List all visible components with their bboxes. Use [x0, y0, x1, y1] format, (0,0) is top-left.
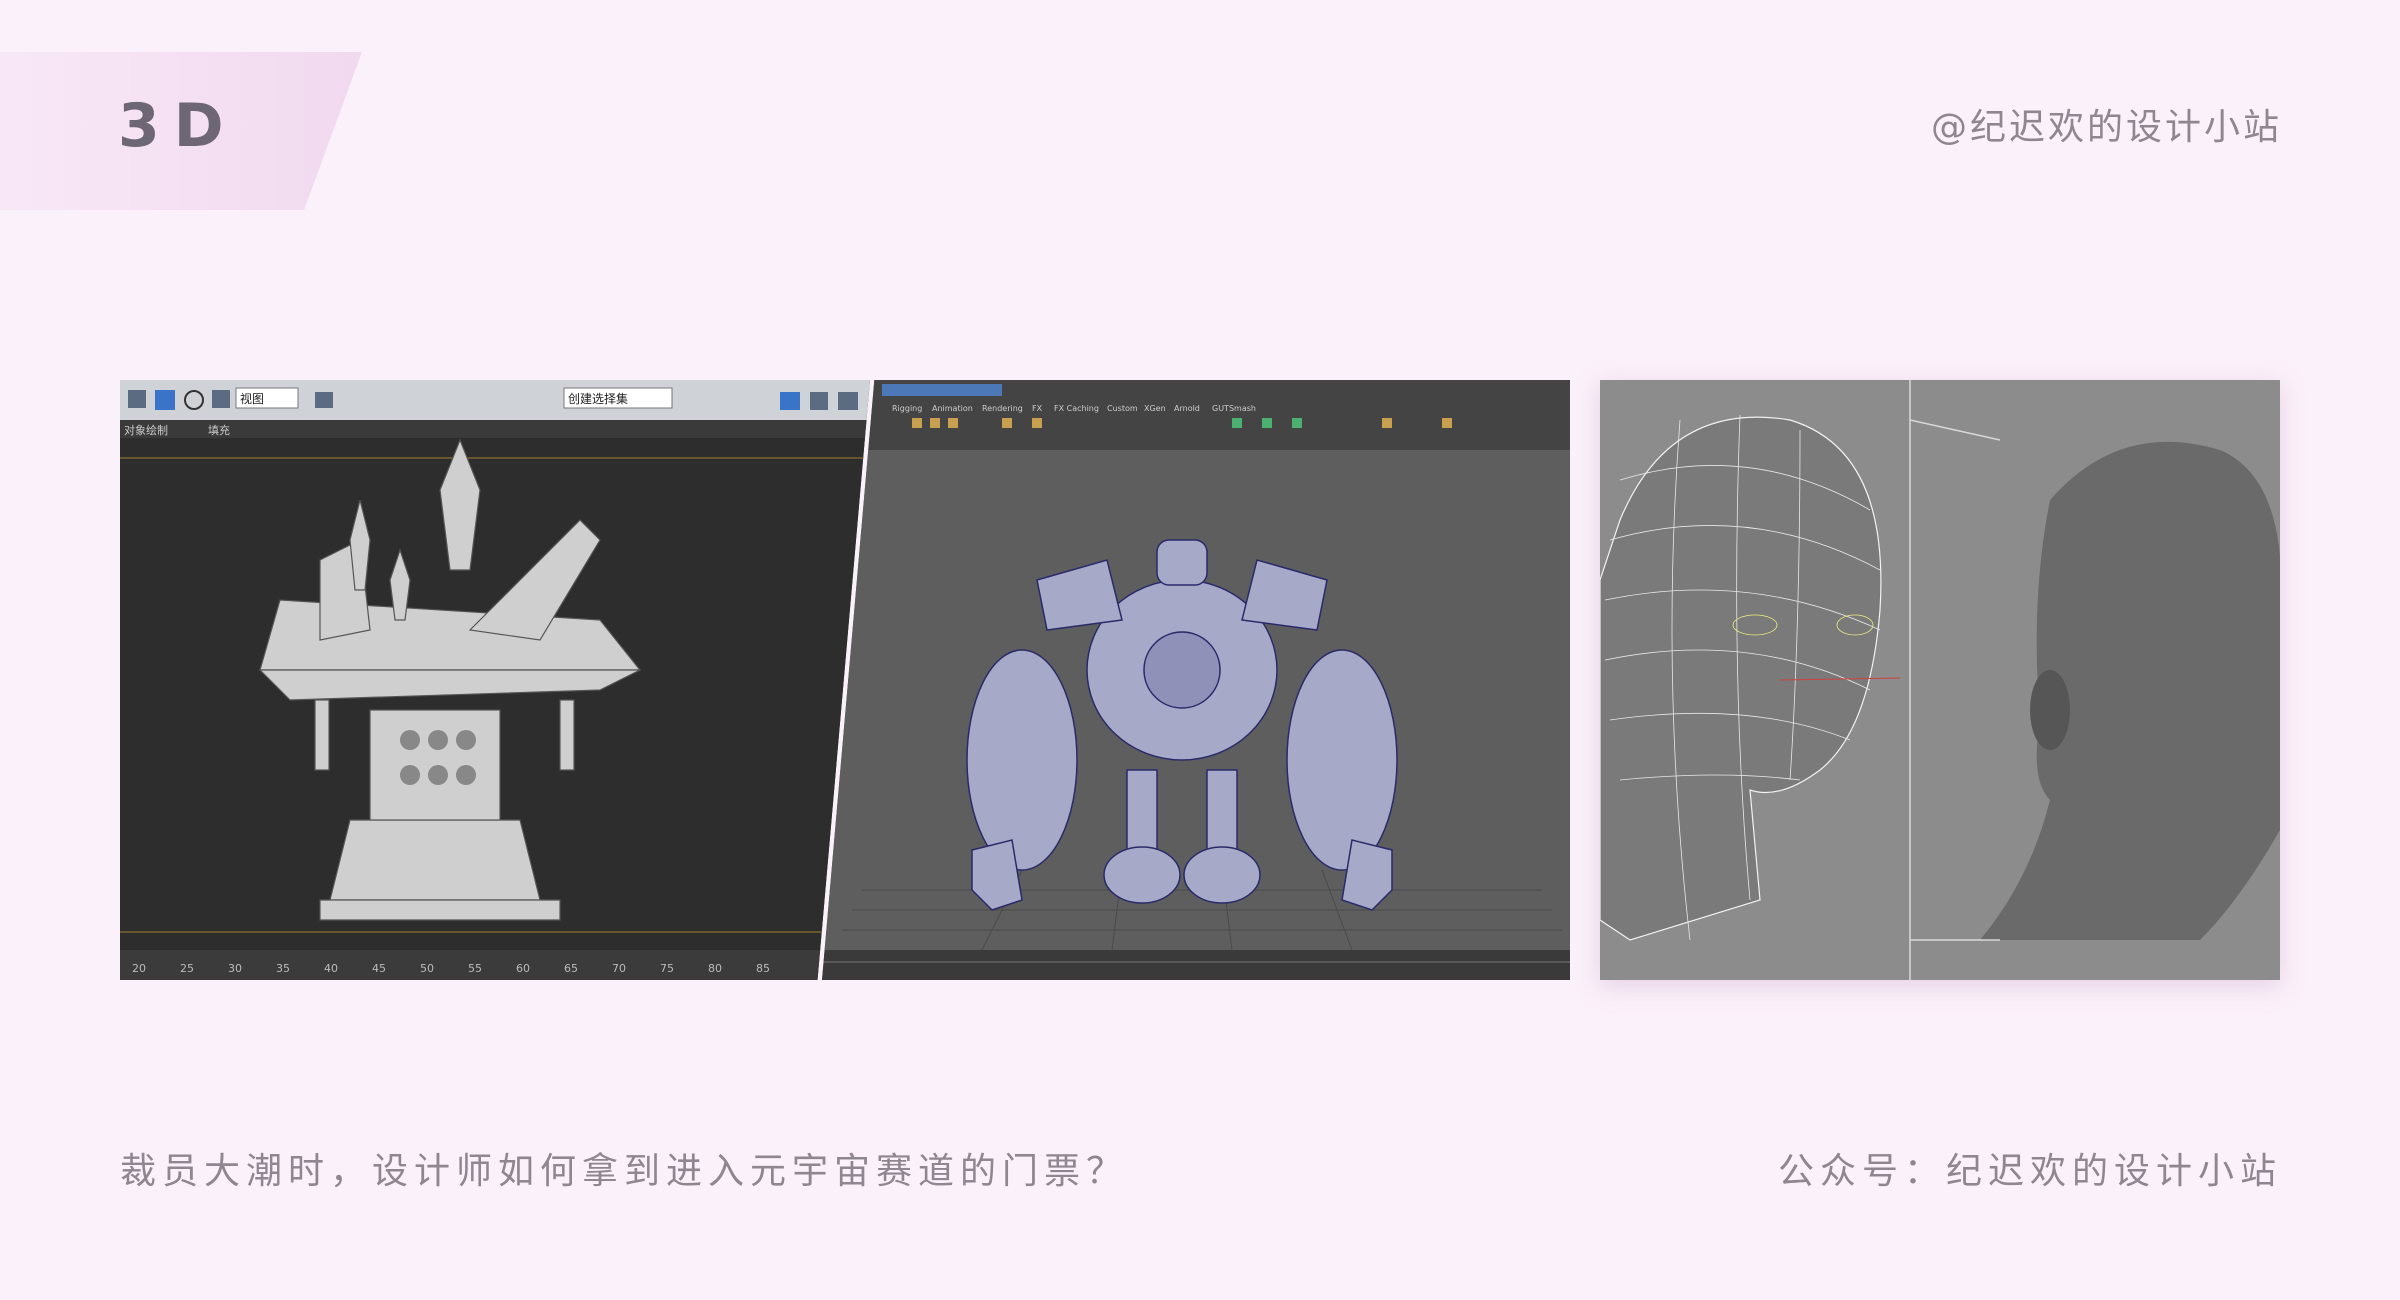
menu-item-custom[interactable]: Custom: [1107, 404, 1138, 413]
menu-item-animation[interactable]: Animation: [932, 404, 973, 413]
wechat-account: 公众号：纪迟欢的设计小站: [1777, 1151, 2282, 1192]
ruler-tick: 35: [276, 962, 290, 975]
menu-item-gutsmash[interactable]: GUTSmash: [1212, 404, 1256, 413]
ruler-tick: 30: [228, 962, 242, 975]
ruler-tick: 85: [756, 962, 770, 975]
ruler-tick: 45: [372, 962, 386, 975]
ruler-tick: 40: [324, 962, 338, 975]
menu-item-fx[interactable]: FX: [1032, 404, 1043, 413]
ruler-tick: 65: [564, 962, 578, 975]
ruler-tick: 80: [708, 962, 722, 975]
menu-item-object-paint[interactable]: 对象绘制: [124, 423, 168, 437]
ruler-tick: 55: [468, 962, 482, 975]
ruler-tick: 70: [612, 962, 626, 975]
ruler-tick: 60: [516, 962, 530, 975]
menu-item-xgen[interactable]: XGen: [1144, 404, 1166, 413]
screenshot-3dsmax-temple: 视图 创建选择集 对象绘制 填充 20 25 30 35 40 45 50 55…: [120, 380, 870, 980]
section-tag-label: 3D: [118, 91, 238, 161]
menu-item-fx-caching[interactable]: FX Caching: [1054, 404, 1099, 413]
ruler-tick: 20: [132, 962, 146, 975]
ruler-tick: 50: [420, 962, 434, 975]
toolbar-dropdown-view[interactable]: 视图: [240, 391, 264, 406]
ruler-tick: 75: [660, 962, 674, 975]
ruler-tick: 25: [180, 962, 194, 975]
menu-item-rigging[interactable]: Rigging: [892, 404, 922, 413]
menu-item-arnold[interactable]: Arnold: [1174, 404, 1200, 413]
screenshot-maya-robot: Rigging Animation Rendering FX FX Cachin…: [822, 380, 1570, 980]
toolbar-dropdown-selection-set[interactable]: 创建选择集: [568, 391, 628, 406]
menu-item-rendering[interactable]: Rendering: [982, 404, 1023, 413]
author-handle: @纪迟欢的设计小站: [1930, 107, 2282, 148]
article-caption: 裁员大潮时，设计师如何拿到进入元宇宙赛道的门票？: [120, 1151, 1129, 1192]
screenshot-head-wireframe: [1600, 380, 2280, 980]
menu-item-fill[interactable]: 填充: [208, 423, 230, 437]
